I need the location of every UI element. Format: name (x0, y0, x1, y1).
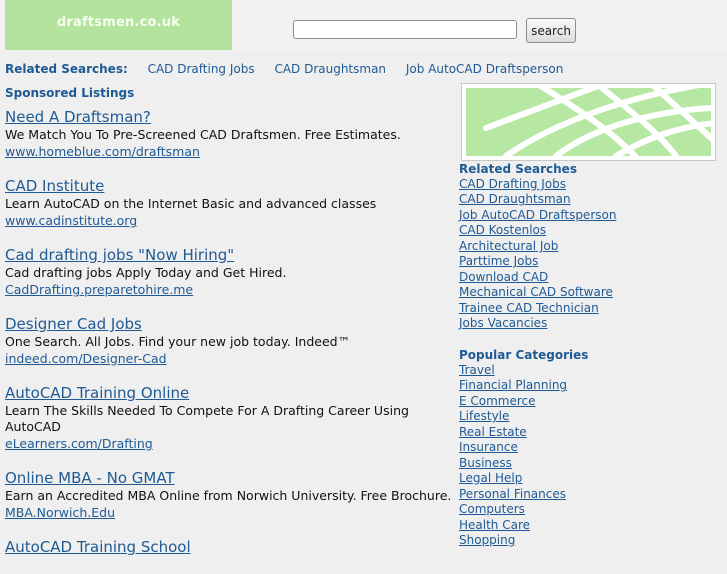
sidebar-category-link[interactable]: Health Care (459, 518, 659, 533)
listing-item: Online MBA - No GMAT Earn an Accredited … (5, 469, 453, 521)
related-searches-bar: Related Searches: CAD Drafting Jobs CAD … (5, 62, 579, 80)
sidebar-related-heading: Related Searches (459, 162, 577, 176)
listing-description: Cad drafting jobs Apply Today and Get Hi… (5, 265, 287, 280)
sidebar-category-link[interactable]: Personal Finances (459, 487, 659, 502)
related-link[interactable]: CAD Drafting Jobs (148, 62, 255, 76)
sidebar-related-link[interactable]: Parttime Jobs (459, 254, 659, 269)
sidebar-category-link[interactable]: Computers (459, 502, 659, 517)
listing-item: CAD Institute Learn AutoCAD on the Inter… (5, 177, 453, 229)
listing-description: Earn an Accredited MBA Online from Norwi… (5, 488, 452, 503)
related-link[interactable]: CAD Draughtsman (274, 62, 386, 76)
sidebar-related-link[interactable]: Jobs Vacancies (459, 316, 659, 331)
sidebar-category-link[interactable]: Shopping (459, 533, 659, 548)
sidebar-category-link[interactable]: Travel (459, 363, 659, 378)
listing-title[interactable]: CAD Institute (5, 177, 453, 196)
listing-title[interactable]: AutoCAD Training Online (5, 384, 453, 403)
site-logo[interactable]: draftsmen.co.uk (5, 0, 232, 50)
related-searches-label: Related Searches: (5, 62, 128, 76)
sidebar-category-link[interactable]: Business (459, 456, 659, 471)
search-input[interactable] (293, 20, 517, 39)
sidebar-category-link[interactable]: Real Estate (459, 425, 659, 440)
sidebar-category-link[interactable]: E Commerce (459, 394, 659, 409)
listing-title[interactable]: Online MBA - No GMAT (5, 469, 453, 488)
sidebar-category-link[interactable]: Lifestyle (459, 409, 659, 424)
listing-url[interactable]: indeed.com/Designer-Cad (5, 350, 453, 367)
listing-description: We Match You To Pre-Screened CAD Draftsm… (5, 127, 401, 142)
sidebar-category-link[interactable]: Legal Help (459, 471, 659, 486)
sidebar-related-searches: Related Searches CAD Drafting Jobs CAD D… (459, 161, 659, 332)
sidebar-related-link[interactable]: CAD Drafting Jobs (459, 177, 659, 192)
listing-title[interactable]: Cad drafting jobs "Now Hiring" (5, 246, 453, 265)
search-button[interactable]: search (526, 18, 576, 43)
sidebar-popular-categories: Popular Categories Travel Financial Plan… (459, 347, 659, 548)
sidebar-related-link[interactable]: CAD Draughtsman (459, 192, 659, 207)
listing-url[interactable]: eLearners.com/Drafting (5, 435, 453, 452)
sidebar-related-link[interactable]: Job AutoCAD Draftsperson (459, 208, 659, 223)
sidebar-related-link[interactable]: Trainee CAD Technician (459, 301, 659, 316)
related-link[interactable]: Job AutoCAD Draftsperson (406, 62, 563, 76)
sponsored-listings: Need A Draftsman? We Match You To Pre-Sc… (5, 108, 453, 574)
listing-item: Need A Draftsman? We Match You To Pre-Sc… (5, 108, 453, 160)
listing-item: AutoCAD Training Online Learn The Skills… (5, 384, 453, 452)
listing-url[interactable]: MBA.Norwich.Edu (5, 504, 453, 521)
listing-description: Learn AutoCAD on the Internet Basic and … (5, 196, 377, 211)
listing-description: Learn The Skills Needed To Compete For A… (5, 403, 409, 434)
sidebar-category-link[interactable]: Financial Planning (459, 378, 659, 393)
abstract-lines-graphic (466, 88, 711, 156)
header-bar: draftsmen.co.uk search (0, 0, 727, 50)
sidebar-related-link[interactable]: Download CAD (459, 270, 659, 285)
listing-url[interactable]: www.homeblue.com/draftsman (5, 143, 453, 160)
listing-title[interactable]: Designer Cad Jobs (5, 315, 453, 334)
listing-item: Designer Cad Jobs One Search. All Jobs. … (5, 315, 453, 367)
listing-description: One Search. All Jobs. Find your new job … (5, 334, 351, 349)
sponsored-listings-label: Sponsored Listings (5, 86, 135, 100)
listing-item: Cad drafting jobs "Now Hiring" Cad draft… (5, 246, 453, 298)
sidebar-popular-heading: Popular Categories (459, 348, 589, 362)
sidebar-category-link[interactable]: Insurance (459, 440, 659, 455)
listing-url[interactable]: CadDrafting.preparetohire.me (5, 281, 453, 298)
listing-item: AutoCAD Training School (5, 538, 453, 557)
listing-title[interactable]: Need A Draftsman? (5, 108, 453, 127)
sidebar-related-link[interactable]: Architectural Job (459, 239, 659, 254)
banner-image (461, 83, 716, 161)
sidebar-related-link[interactable]: Mechanical CAD Software (459, 285, 659, 300)
sidebar-related-link[interactable]: CAD Kostenlos (459, 223, 659, 238)
listing-url[interactable]: www.cadinstitute.org (5, 212, 453, 229)
listing-title[interactable]: AutoCAD Training School (5, 538, 453, 557)
